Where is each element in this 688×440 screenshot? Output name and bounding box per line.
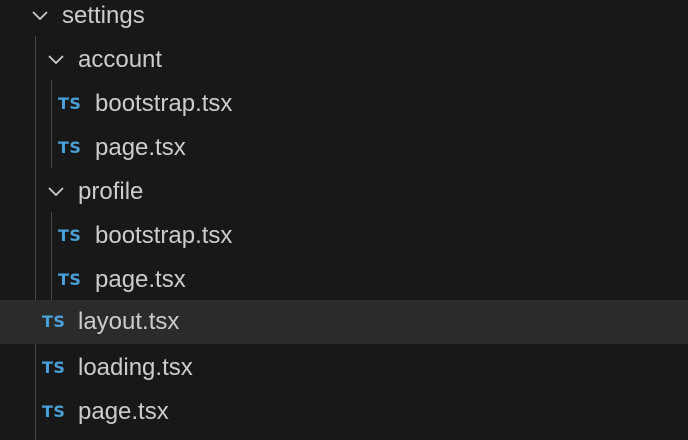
file-profile-bootstrap[interactable]: TS bootstrap.tsx — [0, 214, 688, 258]
file-explorer-tree: settings account TS bootstrap.tsx TS pag… — [0, 0, 688, 440]
file-account-bootstrap[interactable]: TS bootstrap.tsx — [0, 82, 688, 126]
file-profile-page[interactable]: TS page.tsx — [0, 258, 688, 302]
folder-label: profile — [78, 178, 144, 205]
file-label: bootstrap.tsx — [95, 90, 233, 117]
chevron-down-icon — [46, 182, 66, 202]
folder-label: account — [78, 46, 163, 73]
file-account-page[interactable]: TS page.tsx — [0, 126, 688, 170]
file-layout[interactable]: TS layout.tsx — [0, 300, 688, 344]
folder-account[interactable]: account — [0, 38, 688, 82]
chevron-down-icon — [30, 6, 50, 26]
file-page[interactable]: TS page.tsx — [0, 390, 688, 434]
typescript-file-icon: TS — [42, 358, 66, 377]
folder-settings[interactable]: settings — [0, 0, 688, 38]
typescript-file-icon: TS — [42, 402, 66, 421]
typescript-file-icon: TS — [58, 226, 82, 245]
folder-profile[interactable]: profile — [0, 170, 688, 214]
file-label: loading.tsx — [78, 354, 193, 381]
typescript-file-icon: TS — [58, 138, 82, 157]
chevron-down-icon — [46, 50, 66, 70]
file-label: page.tsx — [78, 398, 169, 425]
typescript-file-icon: TS — [58, 94, 82, 113]
folder-label: settings — [62, 2, 145, 29]
file-label: bootstrap.tsx — [95, 222, 233, 249]
file-label: page.tsx — [95, 266, 186, 293]
file-label: layout.tsx — [78, 308, 180, 335]
typescript-file-icon: TS — [58, 270, 82, 289]
file-label: page.tsx — [95, 134, 186, 161]
file-loading[interactable]: TS loading.tsx — [0, 346, 688, 390]
typescript-file-icon: TS — [42, 312, 66, 331]
